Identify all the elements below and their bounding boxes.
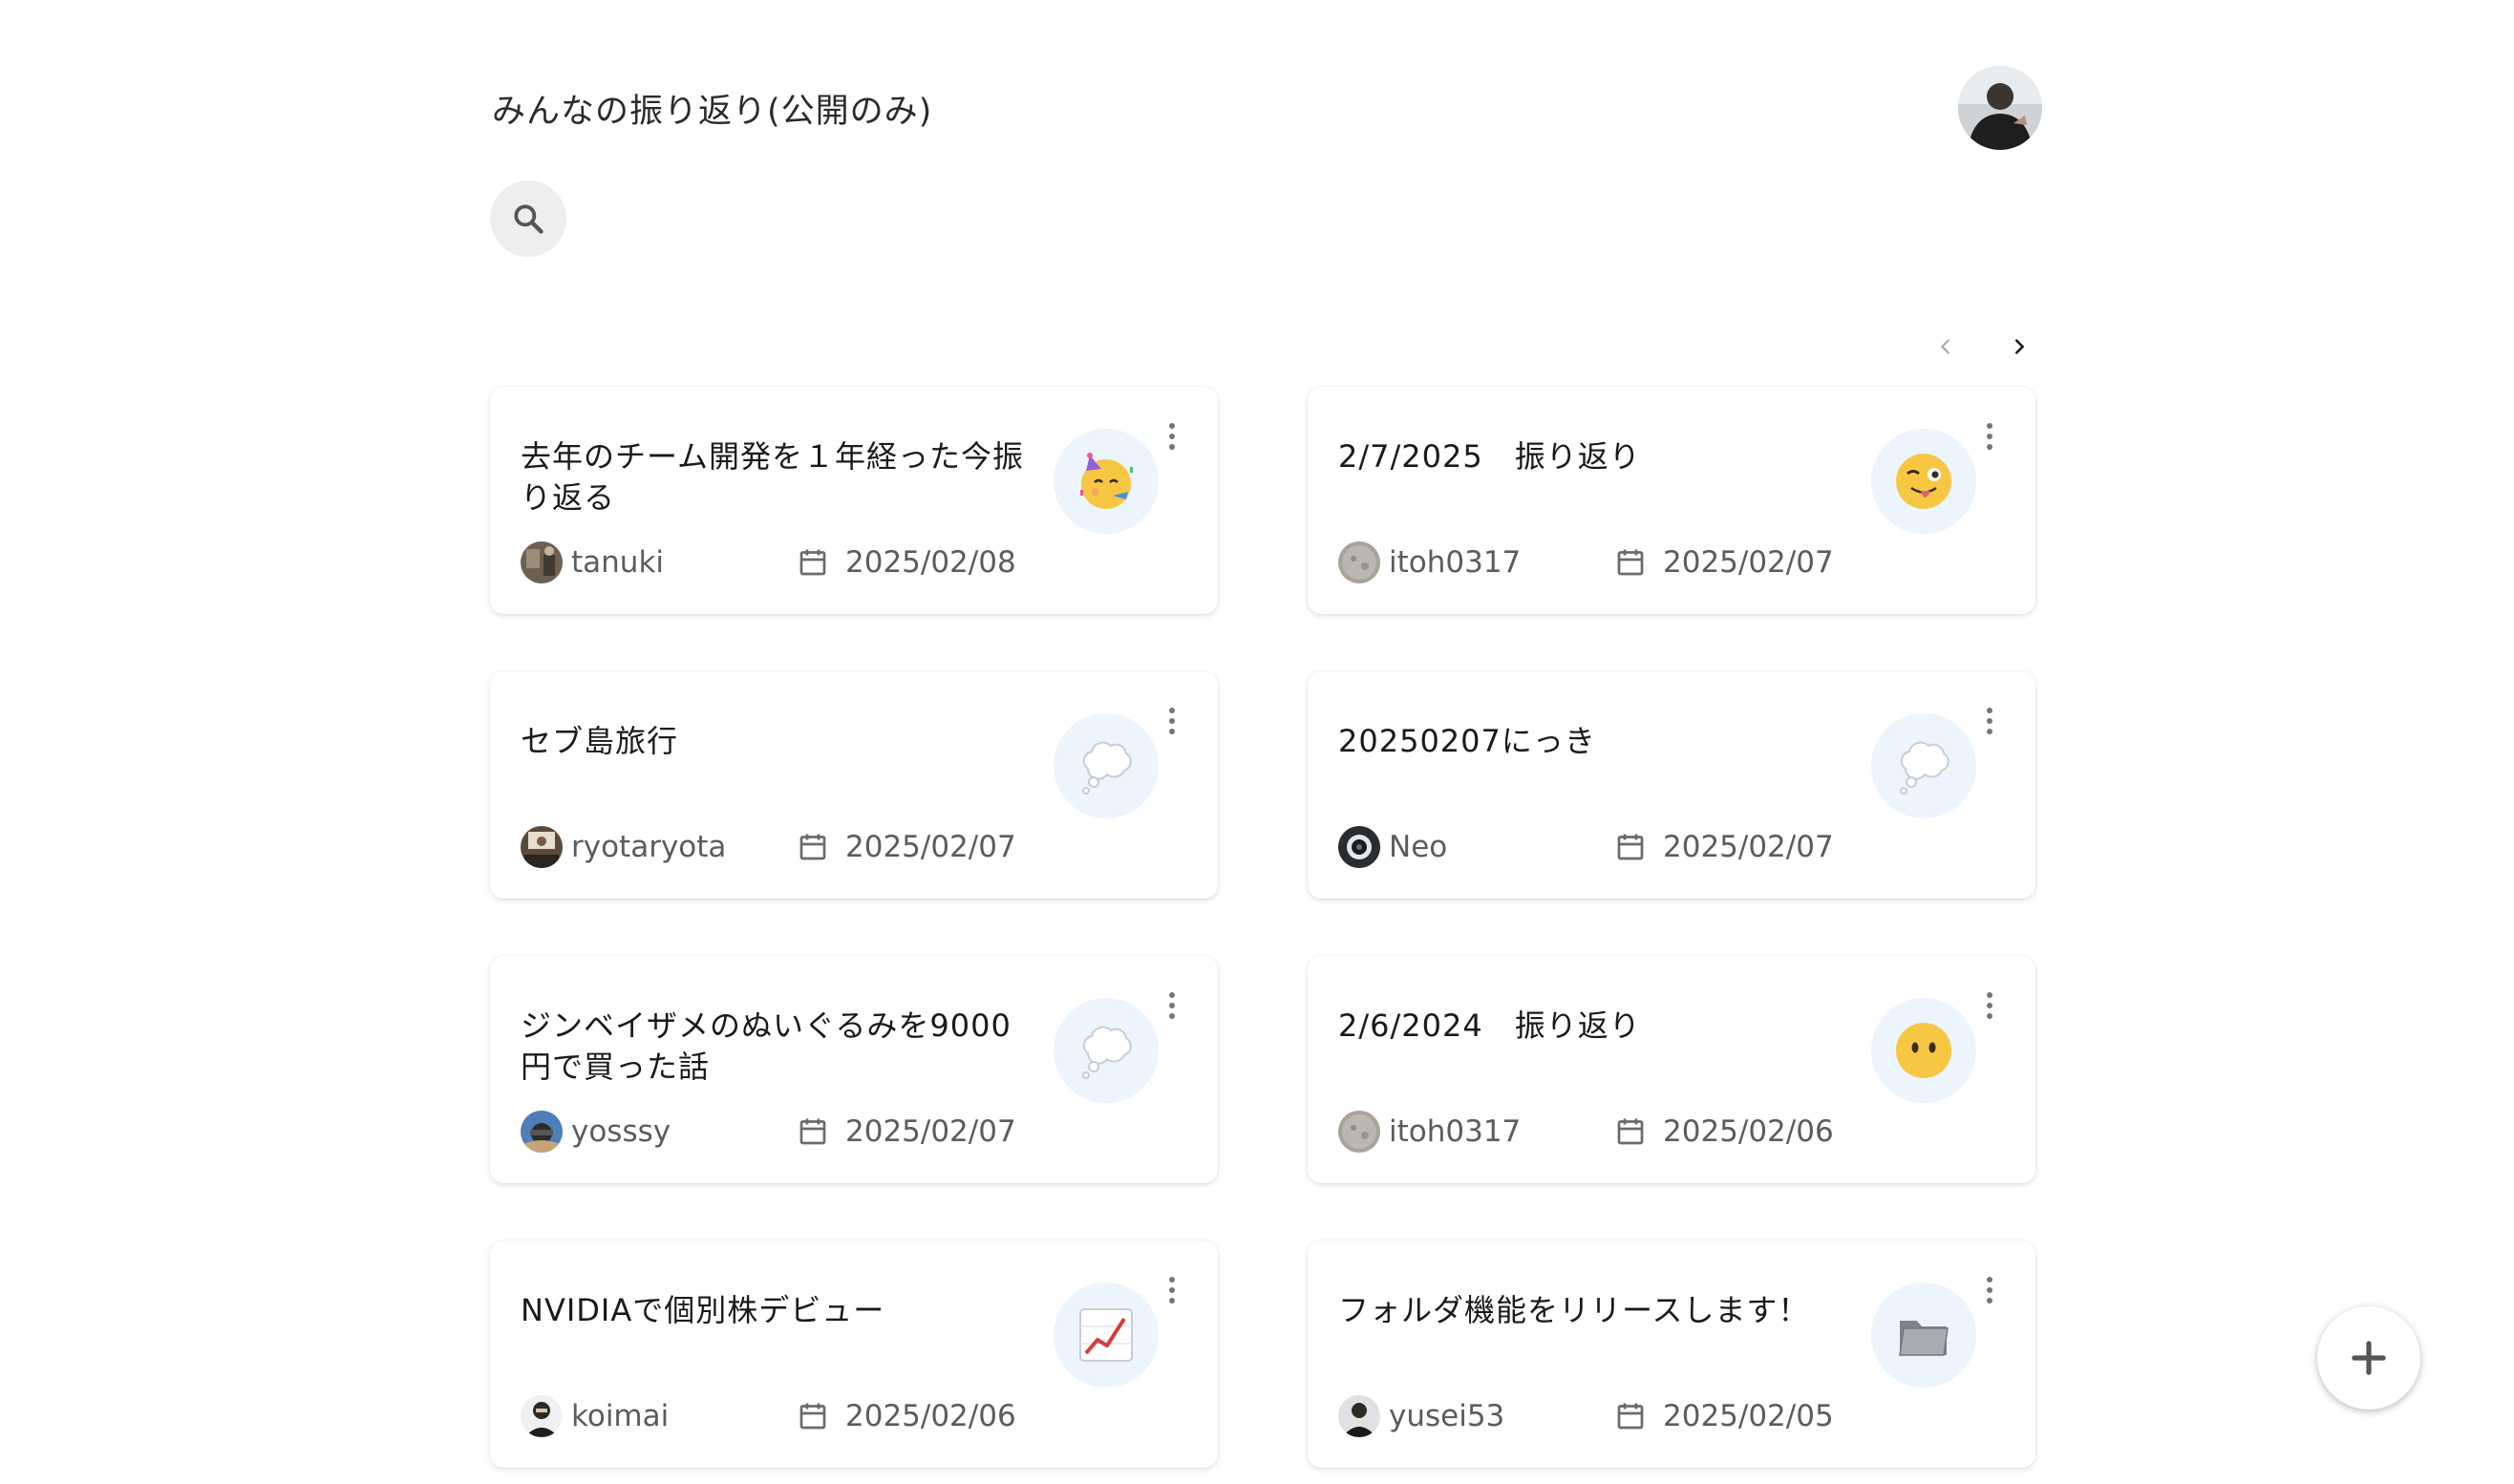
winking-face-with-tongue-icon: [1871, 429, 1976, 534]
more-options-button[interactable]: [1159, 700, 1185, 742]
reflection-card[interactable]: ジンベイザメのぬいぐるみを9000円で買った話 yosssy 2025/02/0…: [490, 956, 1218, 1183]
avatar: [1338, 1111, 1380, 1153]
author-name: yusei53: [1389, 1399, 1505, 1433]
avatar: [521, 826, 563, 868]
avatar: [521, 1395, 563, 1437]
reflection-card[interactable]: 2/7/2025 振り返り itoh0317 2025/02/07: [1308, 387, 2035, 614]
date-text: 2025/02/05: [1663, 1399, 1834, 1433]
file-folder-icon: [1871, 1283, 1976, 1388]
calendar-icon: [799, 834, 826, 860]
more-options-button[interactable]: [1976, 415, 2003, 457]
author[interactable]: tanuki: [521, 541, 664, 583]
chart-increasing-icon: [1054, 1283, 1159, 1388]
search-button[interactable]: [490, 180, 566, 257]
author-name: yosssy: [571, 1114, 671, 1149]
author-name: itoh0317: [1389, 1114, 1522, 1149]
more-options-button[interactable]: [1976, 700, 2003, 742]
calendar-icon: [799, 1403, 826, 1430]
search-icon: [514, 204, 543, 234]
date: 2025/02/07: [796, 1111, 1016, 1153]
calendar-icon: [799, 549, 826, 576]
author[interactable]: itoh0317: [1338, 1111, 1521, 1153]
card-title: フォルダ機能をリリースします！: [1338, 1292, 1810, 1328]
date-text: 2025/02/07: [845, 1114, 1016, 1149]
card-title: NVIDIAで個別株デビュー: [521, 1292, 885, 1328]
page: みんなの振り返り(公開のみ) 去年のチーム開発を１年経った今振り返る tanuk…: [0, 0, 2514, 1484]
date-text: 2025/02/07: [1663, 830, 1834, 864]
date-text: 2025/02/06: [1663, 1114, 1834, 1149]
card-title: 2/6/2024 振り返り: [1338, 1007, 1641, 1044]
author-name: tanuki: [571, 545, 665, 580]
date-text: 2025/02/07: [845, 830, 1016, 864]
date-text: 2025/02/06: [845, 1399, 1016, 1433]
more-options-button[interactable]: [1159, 1269, 1185, 1311]
author[interactable]: Neo: [1338, 826, 1447, 868]
card-title: 去年のチーム開発を１年経った今振り返る: [521, 438, 1025, 516]
avatar: [521, 1111, 563, 1153]
date: 2025/02/07: [1613, 826, 1834, 868]
author-name: ryotaryota: [571, 830, 727, 864]
avatar: [521, 541, 563, 583]
thought-balloon-icon: [1871, 713, 1976, 818]
author[interactable]: yusei53: [1338, 1395, 1504, 1437]
thought-balloon-icon: [1054, 713, 1159, 818]
card-title: 2/7/2025 振り返り: [1338, 438, 1641, 475]
reflection-card[interactable]: 20250207にっき Neo 2025/02/07: [1308, 671, 2035, 899]
add-reflection-button[interactable]: [2317, 1306, 2420, 1410]
more-options-button[interactable]: [1976, 985, 2003, 1027]
card-title: セブ島旅行: [521, 723, 679, 759]
chevron-right-icon: [2014, 339, 2024, 354]
card-title: 20250207にっき: [1338, 723, 1596, 759]
chevron-left-icon: [1941, 339, 1949, 354]
more-options-button[interactable]: [1159, 985, 1185, 1027]
author-name: koimai: [571, 1399, 670, 1433]
face-without-mouth-icon: [1871, 998, 1976, 1103]
partying-face-icon: [1054, 429, 1159, 534]
page-title: みんなの振り返り(公開のみ): [492, 93, 933, 131]
date: 2025/02/07: [1613, 541, 1834, 583]
date-text: 2025/02/07: [1663, 545, 1834, 580]
reflection-card[interactable]: セブ島旅行 ryotaryota 2025/02/07: [490, 671, 1218, 899]
calendar-icon: [1617, 549, 1644, 576]
avatar: [1338, 541, 1380, 583]
author[interactable]: yosssy: [521, 1111, 671, 1153]
calendar-icon: [1617, 1118, 1644, 1145]
date: 2025/02/08: [796, 541, 1016, 583]
calendar-icon: [1617, 1403, 1644, 1430]
reflection-card[interactable]: フォルダ機能をリリースします！ yusei53 2025/02/05: [1308, 1240, 2035, 1468]
calendar-icon: [1617, 834, 1644, 860]
author[interactable]: koimai: [521, 1395, 669, 1437]
card-title: ジンベイザメのぬいぐるみを9000円で買った話: [521, 1007, 1012, 1085]
reflection-card[interactable]: NVIDIAで個別株デビュー koimai 2025/02/06: [490, 1240, 1218, 1468]
date: 2025/02/06: [796, 1395, 1016, 1437]
thought-balloon-icon: [1054, 998, 1159, 1103]
avatar: [1338, 826, 1380, 868]
reflection-card[interactable]: 去年のチーム開発を１年経った今振り返る tanuki 2025/02/08: [490, 387, 1218, 614]
plus-icon: [2352, 1341, 2386, 1375]
user-avatar[interactable]: [1958, 66, 2042, 150]
reflection-card[interactable]: 2/6/2024 振り返り itoh0317 2025/02/06: [1308, 956, 2035, 1183]
date-text: 2025/02/08: [845, 545, 1016, 580]
author-name: Neo: [1389, 830, 1448, 864]
date: 2025/02/06: [1613, 1111, 1834, 1153]
more-options-button[interactable]: [1159, 415, 1185, 457]
author[interactable]: ryotaryota: [521, 826, 726, 868]
calendar-icon: [799, 1118, 826, 1145]
author[interactable]: itoh0317: [1338, 541, 1521, 583]
prev-page-button[interactable]: [1925, 326, 1967, 368]
next-page-button[interactable]: [1998, 326, 2040, 368]
date: 2025/02/05: [1613, 1395, 1834, 1437]
author-name: itoh0317: [1389, 545, 1522, 580]
more-options-button[interactable]: [1976, 1269, 2003, 1311]
avatar: [1338, 1395, 1380, 1437]
date: 2025/02/07: [796, 826, 1016, 868]
